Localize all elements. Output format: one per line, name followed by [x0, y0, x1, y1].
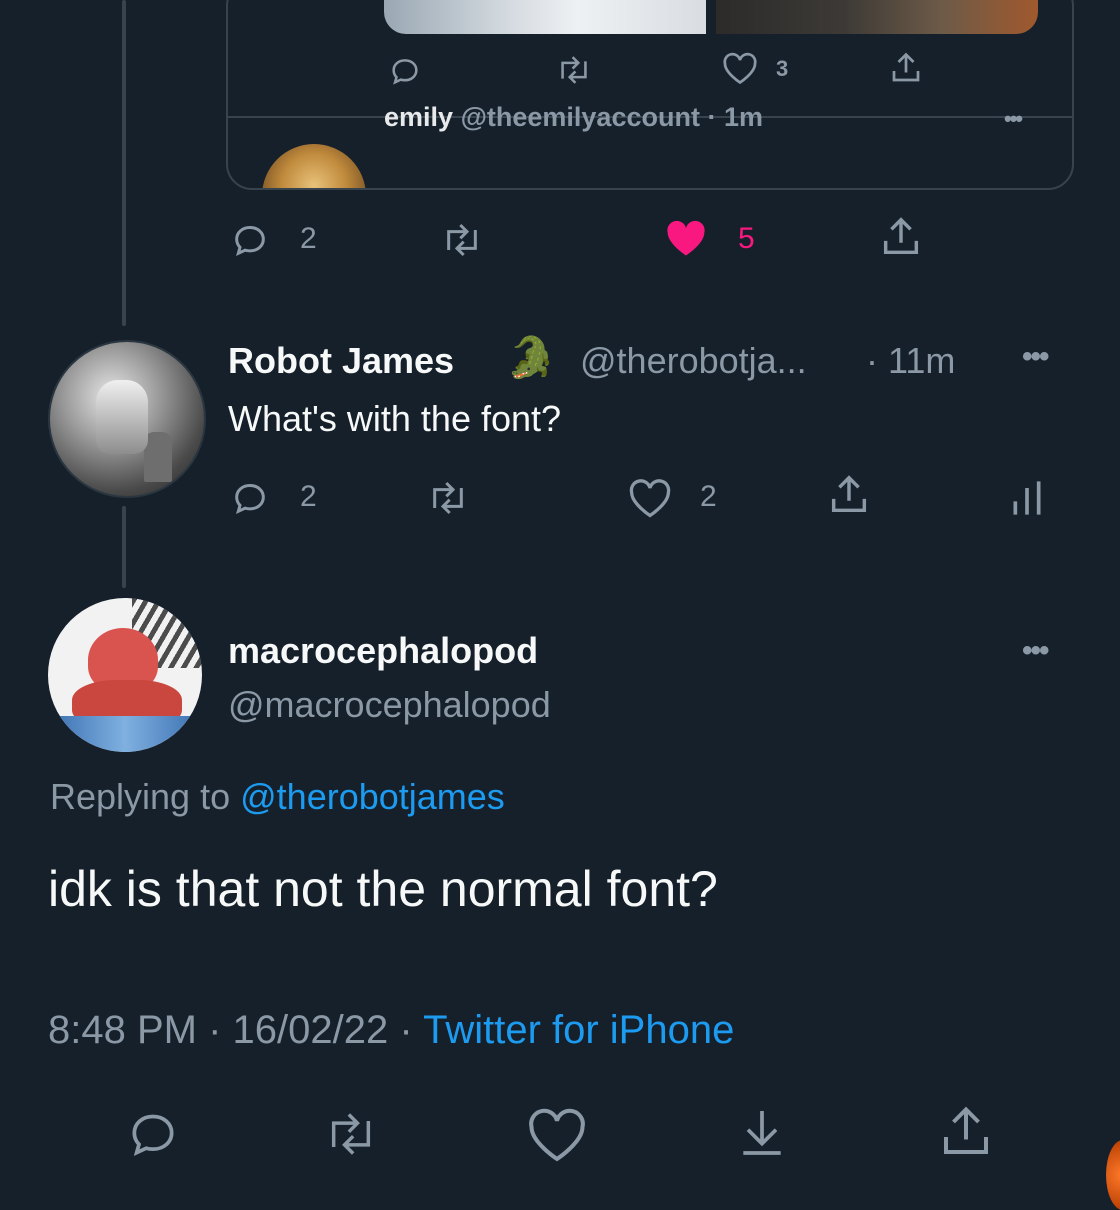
share-icon[interactable] [826, 472, 872, 518]
nested-author-name[interactable]: emily [384, 102, 453, 132]
retweet-icon[interactable] [424, 478, 472, 518]
thread-line-mid [122, 506, 126, 588]
reply-icon[interactable] [230, 478, 270, 518]
retweet-icon[interactable] [320, 1108, 382, 1160]
nested-more-icon[interactable]: ••• [1004, 106, 1023, 132]
nested-author-handle[interactable]: @theemilyaccount [461, 102, 700, 132]
meta-separator: · [208, 1008, 222, 1052]
avatar-waves [48, 716, 202, 752]
reply-icon[interactable] [124, 1106, 182, 1162]
share-icon[interactable] [888, 50, 924, 86]
like-icon[interactable] [722, 52, 758, 86]
tweet-source-link[interactable]: Twitter for iPhone [423, 1008, 734, 1052]
liked-heart-icon[interactable] [664, 218, 708, 260]
author-name[interactable]: macrocephalopod [228, 630, 538, 672]
reply-author-name[interactable]: Robot James [228, 340, 454, 382]
more-options-icon[interactable]: ••• [1022, 340, 1049, 374]
bookmark-download-icon[interactable] [734, 1104, 790, 1160]
media-image-1[interactable] [384, 0, 706, 34]
meta-separator: · [399, 1008, 413, 1052]
quoted-tweet-card[interactable]: 3 emily @theemilyaccount · 1m ••• [226, 0, 1074, 190]
media-image-2[interactable] [716, 0, 1038, 34]
share-icon[interactable] [878, 214, 924, 260]
analytics-icon[interactable] [1010, 478, 1044, 518]
like-icon[interactable] [628, 478, 672, 520]
macrocephalopod-avatar[interactable] [48, 598, 202, 752]
reply-author-handle[interactable]: @therobotja... [580, 340, 807, 382]
replying-mention-link[interactable]: @therobotjames [240, 776, 505, 817]
like-icon[interactable] [526, 1108, 588, 1164]
replying-to-line: Replying to @therobotjames [50, 776, 505, 818]
replying-prefix: Replying to [50, 776, 231, 817]
thread-line-top [122, 0, 126, 326]
share-icon[interactable] [936, 1102, 996, 1162]
reply-icon[interactable] [230, 220, 270, 260]
reply-count: 2 [300, 480, 317, 513]
like-count: 3 [776, 56, 789, 81]
nested-time: · 1m [707, 102, 763, 132]
reply-time: · 11m [866, 340, 956, 381]
tweet-date[interactable]: 16/02/22 [233, 1008, 389, 1052]
author-handle[interactable]: @macrocephalopod [228, 684, 551, 726]
tweet-time[interactable]: 8:48 PM [48, 1008, 197, 1052]
emily-avatar[interactable] [262, 144, 366, 188]
tweet-text: idk is that not the normal font? [48, 861, 718, 917]
tweet-meta: 8:48 PM · 16/02/22 · Twitter for iPhone [48, 1008, 734, 1053]
avatar-photo [96, 380, 148, 454]
reply-icon[interactable] [388, 54, 422, 88]
reply-text: What's with the font? [228, 398, 562, 439]
more-options-icon[interactable]: ••• [1022, 634, 1049, 668]
like-count: 2 [700, 480, 717, 513]
like-count: 5 [738, 222, 755, 255]
retweet-icon[interactable] [438, 220, 486, 260]
retweet-icon[interactable] [554, 52, 594, 88]
reply-count: 2 [300, 222, 317, 255]
robot-james-avatar[interactable] [48, 340, 206, 498]
nested-tweet-header[interactable]: emily @theemilyaccount · 1m [384, 102, 763, 133]
crocodile-emoji-icon: 🐊 [506, 336, 556, 380]
